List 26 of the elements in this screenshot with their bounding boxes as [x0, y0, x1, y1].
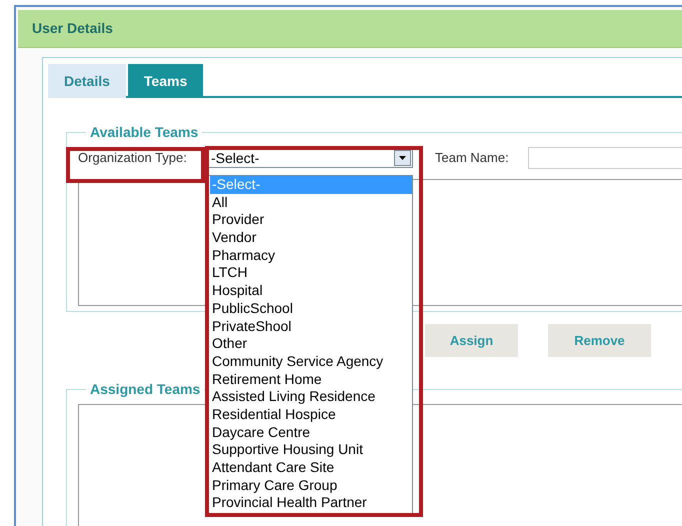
dropdown-option[interactable]: Residential Hospice [210, 406, 412, 424]
dropdown-option[interactable]: Daycare Centre [210, 424, 412, 442]
dropdown-option[interactable]: PublicSchool [210, 300, 412, 318]
dropdown-option[interactable]: Vendor [210, 229, 412, 247]
dropdown-option[interactable]: LTCH [210, 264, 412, 282]
dropdown-option[interactable]: Attendant Care Site [210, 459, 412, 477]
dropdown-option[interactable]: Primary Care Group [210, 476, 412, 494]
dropdown-option[interactable]: Assisted Living Residence [210, 388, 412, 406]
dropdown-option[interactable]: Provincial Health Partner [210, 494, 412, 512]
field-label: Team Name: [435, 149, 510, 168]
group-legend: Available Teams [86, 122, 202, 143]
field-label: Organization Type: [78, 149, 188, 168]
organization-type-dropdown[interactable]: -Select- [208, 148, 413, 168]
dropdown-option[interactable]: All [210, 194, 412, 212]
dropdown-option[interactable]: Supportive Housing Unit [210, 441, 412, 459]
dropdown-option[interactable]: Pharmacy [210, 246, 412, 264]
page-title: User Details [32, 19, 113, 38]
dropdown-option[interactable]: Community Service Agency [210, 352, 412, 371]
dropdown-option[interactable]: Other [210, 335, 412, 353]
team-name-field[interactable] [528, 147, 682, 169]
dropdown-option[interactable]: Retirement Home [210, 370, 412, 388]
dropdown-option[interactable]: Provider [210, 211, 412, 230]
dropdown-option[interactable]: Hospital [210, 282, 412, 300]
group-legend: Assigned Teams [86, 379, 204, 400]
dropdown-option[interactable]: PrivateShool [210, 318, 412, 336]
tab[interactable]: Teams [128, 64, 204, 98]
